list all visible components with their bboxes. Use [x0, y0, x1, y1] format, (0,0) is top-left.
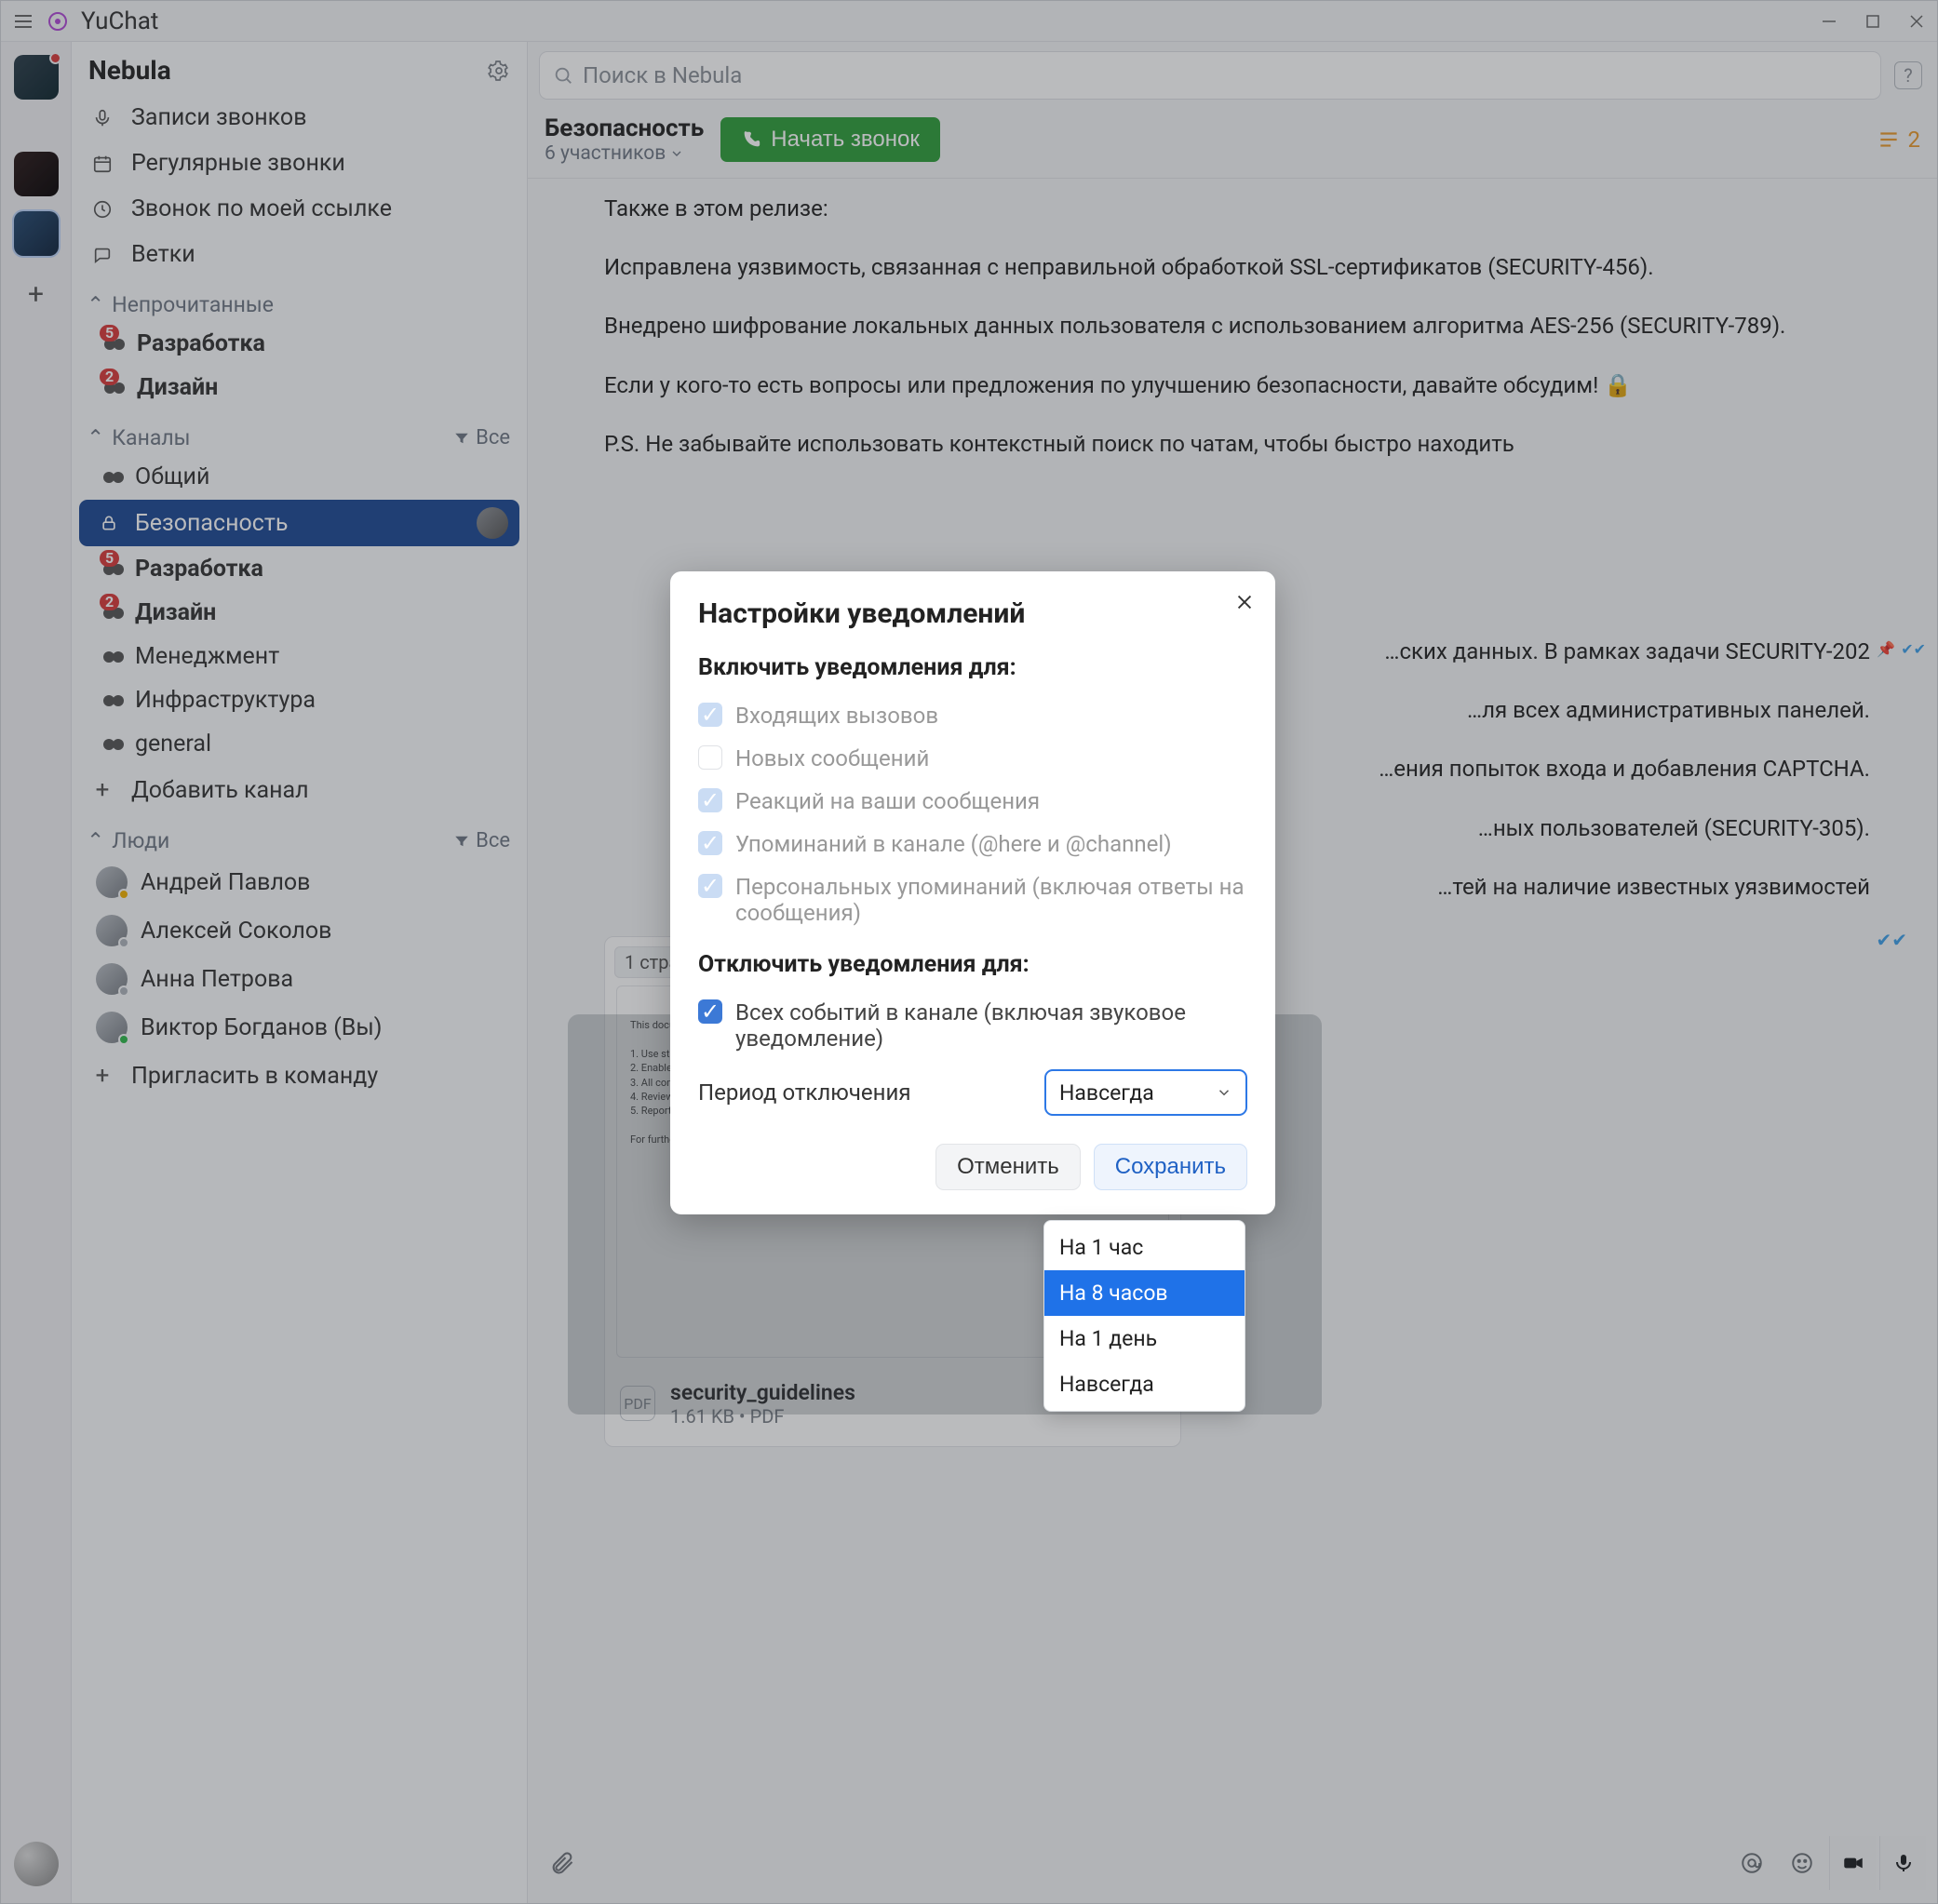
period-label: Период отключения [698, 1079, 911, 1106]
opt-personal-mentions[interactable]: ✓Персональных упоминаний (включая ответы… [698, 865, 1247, 934]
checkbox-icon: ✓ [698, 999, 722, 1024]
cancel-button[interactable]: Отменить [935, 1144, 1081, 1190]
opt-disable-all[interactable]: ✓Всех событий в канале (включая звуковое… [698, 991, 1247, 1060]
notification-settings-modal: Настройки уведомлений Включить уведомлен… [670, 571, 1275, 1214]
checkbox-icon: ✓ [698, 874, 722, 898]
period-select[interactable]: Навсегда [1044, 1069, 1247, 1116]
save-button[interactable]: Сохранить [1094, 1144, 1247, 1190]
checkbox-icon [698, 745, 722, 770]
dropdown-item-forever[interactable]: Навсегда [1044, 1361, 1245, 1407]
checkbox-icon: ✓ [698, 831, 722, 855]
opt-reactions[interactable]: ✓Реакций на ваши сообщения [698, 780, 1247, 823]
dropdown-item-8h[interactable]: На 8 часов [1044, 1270, 1245, 1316]
chevron-down-icon [1216, 1084, 1232, 1101]
dropdown-item-1h[interactable]: На 1 час [1044, 1225, 1245, 1270]
opt-channel-mentions[interactable]: ✓Упоминаний в канале (@here и @channel) [698, 823, 1247, 865]
opt-new-messages[interactable]: Новых сообщений [698, 737, 1247, 780]
dropdown-item-1d[interactable]: На 1 день [1044, 1316, 1245, 1361]
close-icon[interactable] [1234, 592, 1255, 612]
modal-title: Настройки уведомлений [698, 597, 1247, 630]
checkbox-icon: ✓ [698, 788, 722, 812]
opt-incoming-calls[interactable]: ✓Входящих вызовов [698, 694, 1247, 737]
disable-group-title: Отключить уведомления для: [698, 951, 1247, 978]
enable-group-title: Включить уведомления для: [698, 654, 1247, 681]
checkbox-icon: ✓ [698, 703, 722, 727]
period-dropdown: На 1 час На 8 часов На 1 день Навсегда [1043, 1220, 1245, 1412]
